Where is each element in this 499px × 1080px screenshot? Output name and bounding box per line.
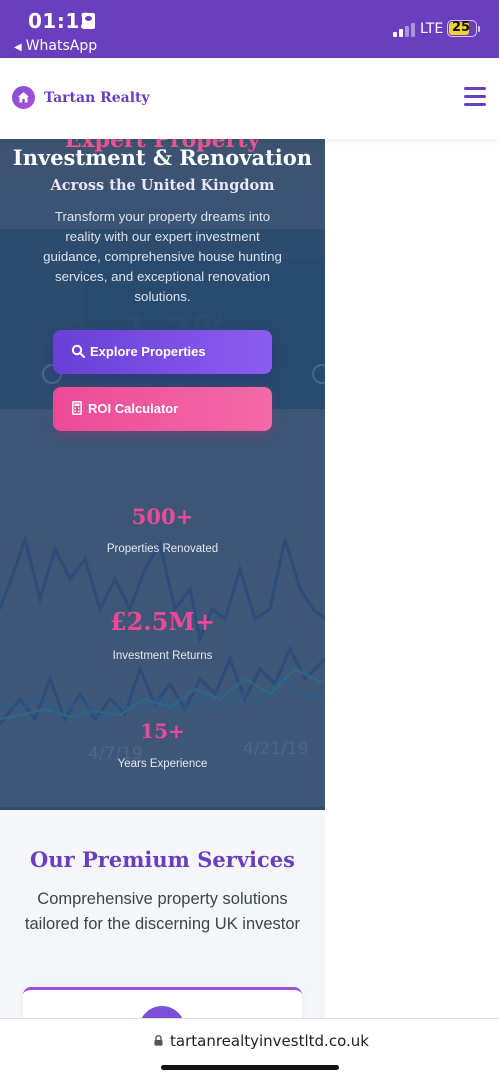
- hero-title: Investment & Renovation: [12, 145, 313, 170]
- services-section: Our Premium Services Comprehensive prope…: [0, 810, 325, 1052]
- hero-subtitle: Across the United Kingdom: [50, 177, 275, 194]
- hero-description: Transform your property dreams into real…: [43, 209, 282, 304]
- brand-name[interactable]: Tartan Realty: [44, 90, 150, 106]
- browser-url-bar[interactable]: tartanrealtyinvestltd.co.uk: [0, 1018, 499, 1080]
- stat-value-returns: £2.5M+: [109, 607, 216, 636]
- signal-icon: [393, 23, 415, 37]
- explore-properties-button[interactable]: Explore Properties: [53, 330, 272, 374]
- stat-value-experience: 15+: [140, 719, 185, 743]
- contact-card-icon: [82, 13, 95, 29]
- services-description: Comprehensive property solutions tailore…: [24, 890, 301, 933]
- network-type: LTE: [420, 21, 444, 37]
- battery-icon: 25: [447, 20, 477, 37]
- battery-level: 25: [451, 20, 471, 35]
- status-bar: 01:13 ◀ WhatsApp LTE 25: [0, 0, 499, 58]
- back-app-name: WhatsApp: [25, 38, 98, 54]
- page-blank-area: [325, 139, 499, 1019]
- home-indicator[interactable]: [161, 1065, 339, 1070]
- stat-value-properties: 500+: [131, 504, 194, 529]
- url-text[interactable]: tartanrealtyinvestltd.co.uk: [170, 1032, 369, 1050]
- stat-label-properties: Properties Renovated: [106, 543, 219, 555]
- hero-section: Average CTR 1.2% 4/7/19 4/21/19 Expert P…: [0, 139, 325, 810]
- services-title: Our Premium Services: [30, 847, 295, 872]
- house-icon[interactable]: [12, 86, 35, 109]
- roi-calculator-label: ROI Calculator: [88, 401, 179, 416]
- explore-properties-label: Explore Properties: [90, 344, 206, 359]
- site-header: Tartan Realty: [0, 58, 499, 139]
- search-icon: [71, 344, 85, 358]
- stat-label-experience: Years Experience: [117, 758, 208, 770]
- hamburger-menu-icon[interactable]: [464, 87, 486, 107]
- lock-icon: [154, 1035, 163, 1046]
- back-arrow-icon: ◀: [14, 42, 22, 53]
- back-to-app-link[interactable]: ◀ WhatsApp: [14, 38, 97, 54]
- roi-calculator-button[interactable]: ROI Calculator: [53, 387, 272, 431]
- stat-label-returns: Investment Returns: [112, 650, 213, 662]
- calculator-icon: [72, 401, 82, 415]
